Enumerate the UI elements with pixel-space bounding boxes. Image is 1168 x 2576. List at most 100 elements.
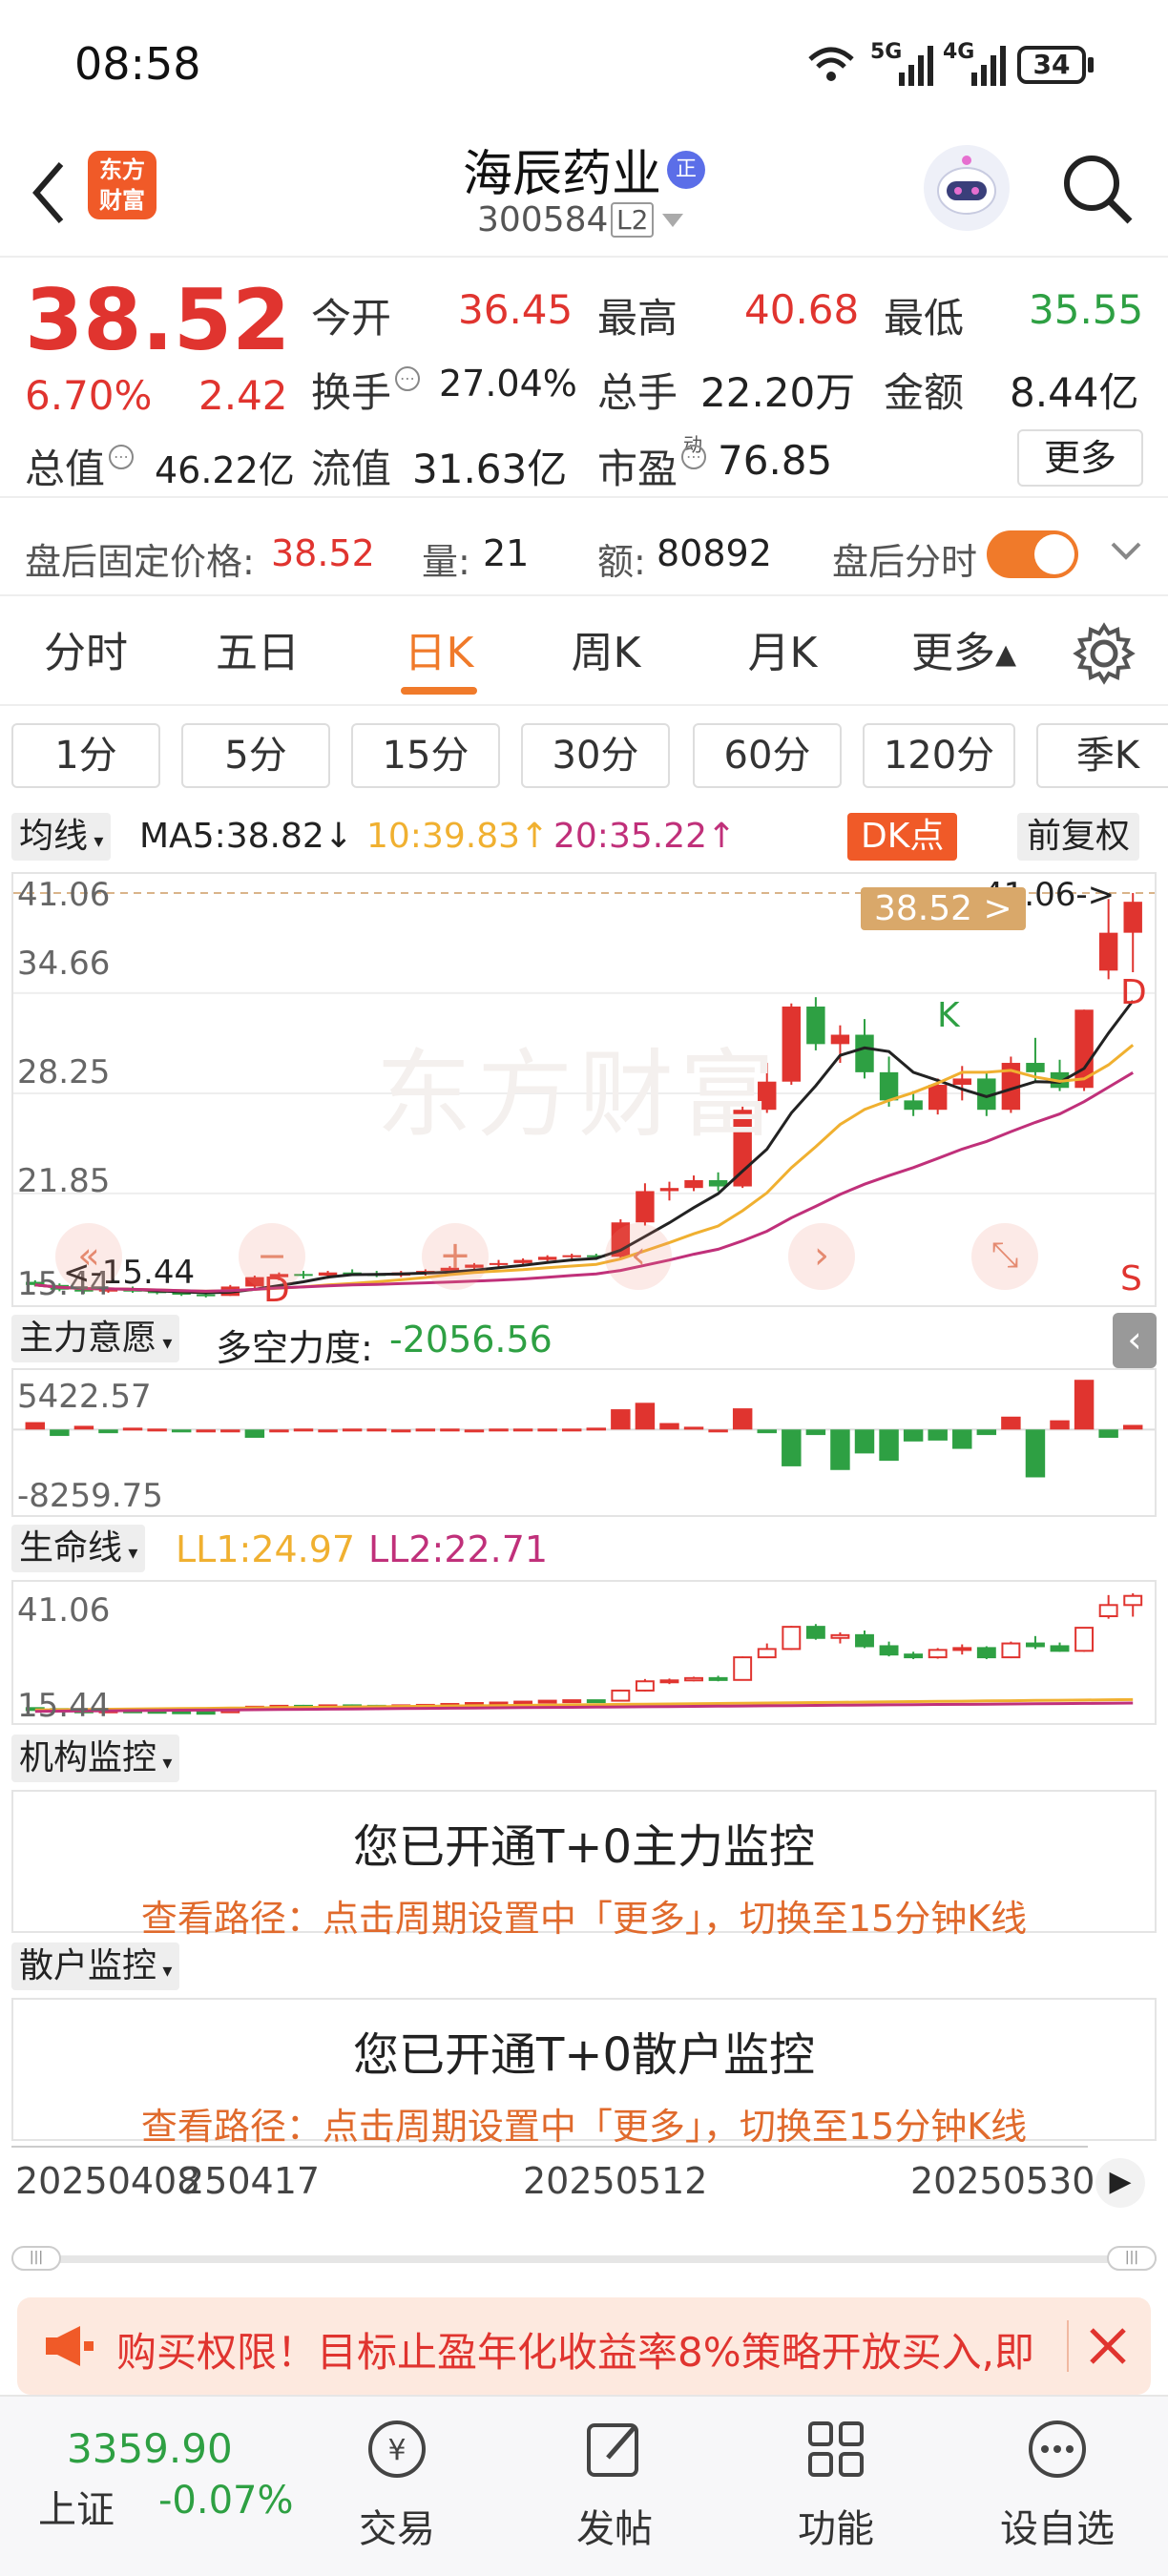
osc-bar: [805, 1429, 826, 1436]
period-quarter-k[interactable]: 季K: [1036, 723, 1168, 788]
period-120min[interactable]: 120分: [863, 723, 1015, 788]
info-icon[interactable]: ⋯: [395, 366, 420, 391]
ma-selector[interactable]: 均线 ▾: [11, 813, 112, 861]
indicator2-y-bottom: 15.44: [17, 1687, 111, 1725]
index-change[interactable]: -0.07%: [158, 2479, 294, 2523]
osc-bar: [122, 1427, 143, 1431]
osc-bar: [440, 1428, 460, 1432]
chevron-down-icon[interactable]: [662, 214, 683, 227]
dk-point-button[interactable]: DK点: [847, 813, 958, 861]
life-candle-body: [1050, 1645, 1070, 1652]
settings-gear-icon[interactable]: [1073, 622, 1136, 689]
life-candle-body: [708, 1676, 728, 1681]
high-label: 最高: [597, 295, 678, 342]
more-button[interactable]: 更多: [1017, 429, 1143, 487]
osc-bar: [293, 1428, 314, 1432]
scroll-right-icon[interactable]: ›: [788, 1223, 855, 1290]
monitor2-title: 您已开通T+0散户监控: [352, 2028, 816, 2082]
period-30min[interactable]: 30分: [521, 723, 670, 788]
osc-bar: [464, 1429, 485, 1433]
nav-functions[interactable]: 功能: [760, 2416, 912, 2553]
monitor1-title: 您已开通T+0主力监控: [352, 1820, 816, 1874]
osc-bar: [659, 1423, 679, 1430]
candle-body: [708, 1179, 728, 1187]
signal-icon-2: [971, 44, 1008, 90]
signal-k-marker: K: [937, 996, 960, 1035]
period-5min[interactable]: 5分: [181, 723, 330, 788]
info-icon[interactable]: ⋯: [681, 445, 706, 469]
osc-bar: [73, 1425, 94, 1430]
stock-name: 海辰药业: [462, 146, 661, 203]
osc-bar: [342, 1428, 363, 1432]
collapse-panel-icon[interactable]: ‹: [1113, 1313, 1157, 1368]
index-value[interactable]: 3359.90: [67, 2425, 233, 2472]
ma-legend-bar: 均线 ▾ MA5:38.82↓ 10:39.83↑ 20:35.22↑ DK点 …: [0, 809, 1168, 866]
close-icon[interactable]: [1084, 2322, 1132, 2374]
chevron-down-icon[interactable]: [1107, 536, 1145, 569]
info-icon[interactable]: ⋯: [109, 445, 134, 469]
osc-bar: [244, 1429, 265, 1438]
candle-body: [806, 1007, 825, 1045]
life-candle-body: [805, 1626, 825, 1639]
zoom-out-icon[interactable]: −: [239, 1223, 305, 1290]
low-value: 35.55: [1029, 286, 1144, 333]
fullscreen-icon[interactable]: ⤡: [971, 1223, 1038, 1290]
nav-post[interactable]: 发帖: [538, 2416, 691, 2553]
life-candle-body: [1001, 1642, 1021, 1659]
open-value: 36.45: [458, 286, 574, 333]
period-60min[interactable]: 60分: [693, 723, 842, 788]
life-candle-body: [196, 1711, 216, 1715]
kline-chart[interactable]: 东方财富 41.06 34.66 28.25 21.85 15.44 41.06…: [11, 872, 1157, 1310]
period-1min[interactable]: 1分: [11, 723, 160, 788]
indicator2-header: 生命线 ▾ LL1:24.97 LL2:22.71: [0, 1523, 1168, 1576]
range-scrollbar[interactable]: ||| |||: [11, 2246, 1157, 2271]
osc-bar: [782, 1429, 802, 1466]
after-hours-bar: 盘后固定价格: 38.52 量: 21 额: 80892 盘后分时: [0, 496, 1168, 596]
monitor1-selector[interactable]: 机构监控 ▾: [11, 1735, 180, 1782]
promo-banner[interactable]: 购买权限！目标止盈年化收益率8%策略开放买入,即: [17, 2297, 1151, 2395]
ll1-value: LL1:24.97: [176, 1528, 356, 1570]
life-candle-body: [562, 1699, 582, 1704]
tab-monthly-k[interactable]: 月K: [716, 601, 849, 706]
indicator1-selector[interactable]: 主力意愿 ▾: [11, 1315, 180, 1362]
rewind-control-icon[interactable]: «: [55, 1223, 122, 1290]
signal-icon-1: [899, 44, 935, 90]
period-15min[interactable]: 15分: [351, 723, 500, 788]
tab-weekly-k[interactable]: 周K: [539, 601, 673, 706]
current-price-tag[interactable]: 38.52 >: [861, 887, 1026, 930]
play-next-icon[interactable]: ▶: [1095, 2158, 1145, 2208]
tab-more[interactable]: 更多▴: [887, 601, 1040, 706]
osc-bar: [830, 1429, 850, 1470]
index-name[interactable]: 上证: [38, 2479, 115, 2534]
volume-value: 22.20万: [700, 369, 856, 416]
monitor2-selector[interactable]: 散户监控 ▾: [11, 1942, 180, 1990]
monitor2-hint: 查看路径：点击周期设置中「更多」，切换至15分钟K线: [140, 2106, 1028, 2148]
search-icon[interactable]: [1059, 151, 1136, 231]
osc-bar: [757, 1429, 777, 1434]
indicator2-selector[interactable]: 生命线 ▾: [11, 1525, 146, 1572]
active-tab-indicator: [401, 687, 477, 695]
more-dots-icon: [1029, 2420, 1086, 2478]
life-candle-body: [733, 1656, 753, 1681]
range-handle-left[interactable]: |||: [11, 2246, 61, 2271]
assistant-avatar-icon[interactable]: [924, 145, 1010, 231]
y-label-max: 41.06: [17, 876, 111, 914]
zoom-in-icon[interactable]: +: [422, 1223, 489, 1290]
osc-bar: [1074, 1380, 1095, 1430]
adjust-button[interactable]: 前复权: [1017, 813, 1140, 861]
after-hours-toggle[interactable]: [987, 530, 1078, 578]
range-handle-right[interactable]: |||: [1107, 2246, 1157, 2271]
mktcap-value: 46.22亿: [155, 449, 295, 491]
osc-bar: [611, 1409, 631, 1430]
battery-tip: [1088, 57, 1094, 73]
scroll-left-icon[interactable]: ‹: [605, 1223, 672, 1290]
osc-bar: [196, 1429, 216, 1433]
indicator1-header: 主力意愿 ▾ 多空力度: -2056.56 ‹: [0, 1313, 1168, 1369]
osc-bar: [415, 1428, 436, 1432]
nav-trade[interactable]: ¥ 交易: [321, 2416, 473, 2553]
nav-add-watchlist[interactable]: 设自选: [981, 2416, 1134, 2553]
candle-body: [659, 1188, 679, 1192]
tab-five-day[interactable]: 五日: [191, 601, 324, 706]
tab-intraday[interactable]: 分时: [19, 601, 153, 706]
life-candle-body: [1123, 1594, 1143, 1607]
